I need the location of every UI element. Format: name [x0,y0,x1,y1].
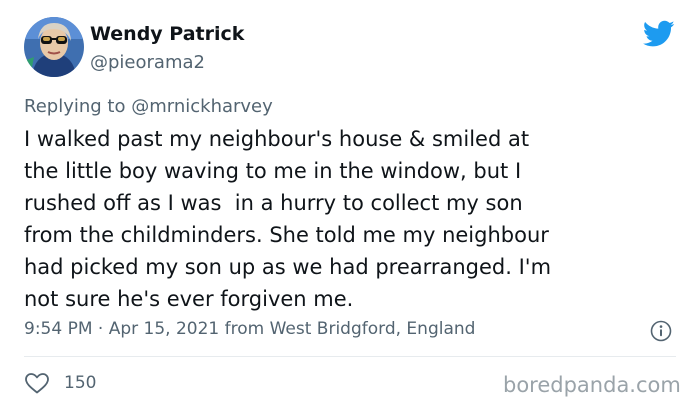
avatar[interactable] [24,17,84,77]
like-count: 150 [64,373,97,393]
twitter-bird-icon[interactable] [642,20,675,48]
tweet-card: Wendy Patrick @pieorama2 Replying to @mr… [0,0,700,410]
tweet-text-line: the little boy waving to me in the windo… [24,159,522,183]
tweet-text-line: from the childminders. She told me my ne… [24,223,549,247]
tweet-text-line: had picked my son up as we had prearrang… [24,255,552,279]
tweet-text-line: not sure he's ever forgiven me. [24,287,354,311]
like-button[interactable]: 150 [24,372,96,394]
tweet-timestamp-location[interactable]: 9:54 PM · Apr 15, 2021 from West Bridgfo… [24,319,475,339]
display-name[interactable]: Wendy Patrick [90,23,244,45]
tweet-text-line: rushed off as I was in a hurry to collec… [24,191,523,215]
tweet-text: I walked past my neighbour's house & smi… [24,123,684,315]
replying-handle-link[interactable]: @mrnickharvey [131,96,273,117]
tweet-text-line: I walked past my neighbour's house & smi… [24,127,530,151]
divider [24,356,676,357]
user-handle[interactable]: @pieorama2 [90,52,205,73]
replying-prefix: Replying to [24,96,126,117]
heart-icon [25,373,49,394]
watermark: boredpanda.com [503,373,681,397]
replying-to: Replying to @mrnickharvey [24,96,273,117]
info-icon[interactable] [650,320,672,342]
